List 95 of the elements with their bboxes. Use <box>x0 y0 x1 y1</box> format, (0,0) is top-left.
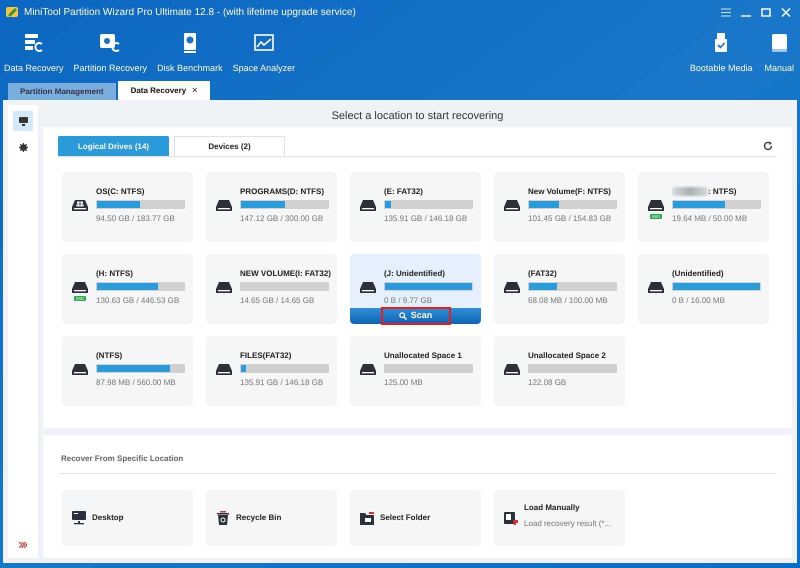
drive-size: 0 B / 9.77 GB <box>384 295 434 307</box>
desktop-icon <box>72 511 86 525</box>
drive-size: 0 B / 16.00 MB <box>672 295 726 307</box>
windows-drive-icon <box>72 198 88 211</box>
drive-card[interactable]: (Unidentified) 0 B / 16.00 MB <box>638 254 769 324</box>
drive-name: Unallocated Space 2 <box>528 350 606 362</box>
toolbar-button[interactable]: Data Recovery <box>2 32 66 76</box>
window-title: MiniTool Partition Wizard Pro Ultimate 12.8 - (with lifetime upgrade service) <box>24 6 356 20</box>
scan-button[interactable]: Scan <box>380 307 450 325</box>
toolbar-button[interactable]: Disk Benchmark <box>155 32 225 76</box>
drive-name: : NTFS) <box>708 186 736 198</box>
toolbar-button[interactable]: Partition Recovery <box>72 32 150 76</box>
drive-size: 94.50 GB / 183.77 GB <box>96 213 176 225</box>
drive-name: PROGRAMS(D: NTFS) <box>240 186 324 198</box>
refresh-icon[interactable] <box>763 141 773 151</box>
drive-size: 68.08 MB / 100.00 MB <box>528 295 609 307</box>
drive-icon <box>216 362 232 375</box>
drive-card[interactable]: (E: FAT32) 135.91 GB / 146.18 GB <box>350 172 481 242</box>
document-load-icon <box>504 511 518 525</box>
folder-icon <box>360 511 374 525</box>
drive-name: FILES(FAT32) <box>240 350 292 362</box>
location-label: Recycle Bin <box>236 512 282 524</box>
settings-icon <box>18 142 28 152</box>
drive-size: 14.65 GB / 14.65 GB <box>240 295 316 307</box>
drive-tab[interactable]: Devices (2) <box>174 136 285 156</box>
drive-card[interactable]: PROGRAMS(D: NTFS) 147.12 GB / 300.00 GB <box>206 172 337 242</box>
toolbar-button[interactable]: Bootable Media <box>688 32 754 76</box>
toolbar-button[interactable]: Manual <box>762 32 796 76</box>
database-icon <box>22 32 45 54</box>
drive-icon <box>504 362 520 375</box>
location-description: Load recovery result (*... <box>524 518 612 530</box>
drive-name: New Volume(F: NTFS) <box>528 186 611 198</box>
location-label: Load Manually <box>524 502 581 514</box>
drive-icon <box>360 198 376 211</box>
line-chart-icon <box>252 32 275 54</box>
monitor-icon <box>18 116 28 126</box>
tab[interactable]: Data Recovery × <box>118 81 210 100</box>
drive-size: 130.63 GB / 446.53 GB <box>96 295 180 307</box>
heading: Select a location to start recovering <box>332 108 504 124</box>
location-card[interactable]: Desktop <box>62 490 193 546</box>
location-card[interactable]: Recycle Bin <box>206 490 337 546</box>
drive-size: 122.08 GB <box>528 377 568 389</box>
sidebar-button[interactable] <box>13 111 33 131</box>
drive-icon <box>216 198 232 211</box>
drive-name: (Unidentified) <box>672 268 724 280</box>
menu-icon[interactable] <box>721 8 731 16</box>
drive-card[interactable]: FILES(FAT32) 135.91 GB / 146.18 GB <box>206 336 337 406</box>
drive-name: NEW VOLUME(I: FAT32) <box>240 268 331 280</box>
tab[interactable]: Partition Management <box>8 83 116 100</box>
drive-icon <box>648 198 664 211</box>
drive-name: OS(C: NTFS) <box>96 186 144 198</box>
drive-card[interactable]: OS(C: NTFS) 94.50 GB / 183.77 GB <box>62 172 193 242</box>
drive-card[interactable]: Unallocated Space 2 122.08 GB <box>494 336 625 406</box>
expand-chevron-icon[interactable] <box>19 542 27 548</box>
search-icon <box>398 312 407 320</box>
drive-name: (E: FAT32) <box>384 186 423 198</box>
drive-size: 125.00 MB <box>384 377 424 389</box>
drive-card[interactable]: NEW VOLUME(I: FAT32) 14.65 GB / 14.65 GB <box>206 254 337 324</box>
drive-icon <box>360 362 376 375</box>
drive-card[interactable]: (FAT32) 68.08 MB / 100.00 MB <box>494 254 625 324</box>
drive-card[interactable]: (NTFS) 87.98 MB / 560.00 MB <box>62 336 193 406</box>
drive-card[interactable]: (J: Unidentified) 0 B / 9.77 GB Scan <box>350 254 481 324</box>
drive-size: 135.91 GB / 146.18 GB <box>240 377 324 389</box>
drive-size: 147.12 GB / 300.00 GB <box>240 213 324 225</box>
drive-name: (NTFS) <box>96 350 122 362</box>
drive-icon <box>360 280 376 293</box>
toolbar-button[interactable]: Space Analyzer <box>230 32 298 76</box>
drive-card[interactable]: New Volume(F: NTFS) 101.45 GB / 154.83 GB <box>494 172 625 242</box>
maximize-icon[interactable] <box>761 8 771 16</box>
redaction-blur <box>672 187 708 196</box>
drive-size: 87.98 MB / 560.00 MB <box>96 377 177 389</box>
drive-icon <box>504 198 520 211</box>
disk-restore-icon <box>99 32 122 54</box>
drive-name: (FAT32) <box>528 268 557 280</box>
drive-name: Unallocated Space 1 <box>384 350 462 362</box>
location-card[interactable]: Load Manually Load recovery result (*... <box>494 490 625 546</box>
drive-icon <box>72 280 88 293</box>
close-tab-button[interactable]: × <box>192 84 198 98</box>
drive-name: (J: Unidentified) <box>384 268 445 280</box>
section-title: Recover From Specific Location <box>60 454 184 463</box>
app-logo-icon <box>5 5 19 19</box>
drive-icon <box>72 362 88 375</box>
location-label: Desktop <box>92 512 124 524</box>
drive-name: (H: NTFS) <box>96 268 133 280</box>
drive-icon <box>216 280 232 293</box>
drive-icon <box>504 280 520 293</box>
drive-card[interactable]: Unallocated Space 1 125.00 MB <box>350 336 481 406</box>
drive-size: 101.45 GB / 154.83 GB <box>528 213 612 225</box>
drive-icon <box>648 280 664 293</box>
close-icon[interactable] <box>781 8 791 16</box>
drive-size: 19.64 MB / 50.00 MB <box>672 213 748 225</box>
trash-icon <box>216 511 230 525</box>
drive-size: 135.91 GB / 146.18 GB <box>384 213 468 225</box>
location-card[interactable]: Select Folder <box>350 490 481 546</box>
location-label: Select Folder <box>380 512 430 524</box>
